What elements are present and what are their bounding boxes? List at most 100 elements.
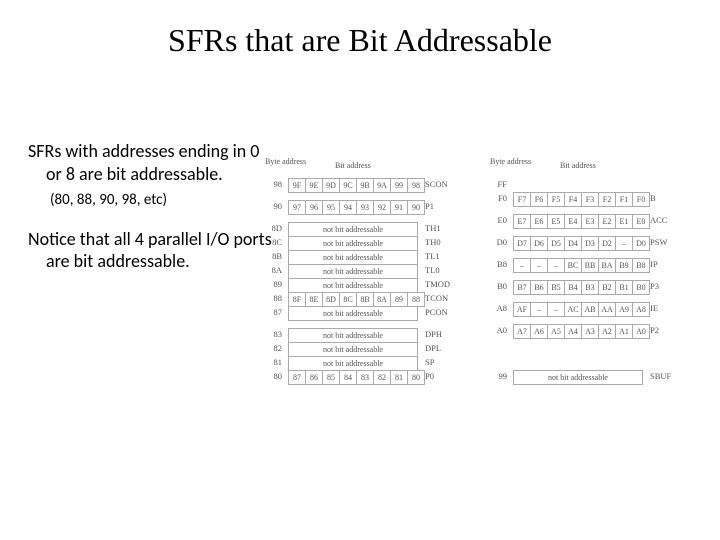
bit-cell: F3 [582,193,599,206]
bit-cells: AF––ACABAAA9A8 [513,302,650,317]
bit-cells: 9F9E9D9C9B9A9998 [288,178,425,193]
bit-cell: BA [599,259,616,272]
bit-cell: 8F [289,293,306,306]
bit-cell: 8C [340,293,357,306]
bit-cells: A7A6A5A4A3A2A1A0 [513,324,650,339]
body-text-block: SFRs with addresses ending in 0 or 8 are… [28,140,273,273]
not-bit-addressable-cell: not bit addressable [288,250,418,265]
sfr-row: 888F8E8D8C8B8A8988TCON [265,292,485,306]
bit-cell: E3 [582,215,599,228]
bit-cell: 97 [289,201,306,214]
sfr-row: D0D7D6D5D4D3D2–D0PSW [490,236,710,250]
register-name: TH0 [425,238,441,247]
bit-cell: BC [565,259,582,272]
bit-cell: F7 [514,193,531,206]
not-bit-addressable-cell: not bit addressable [288,236,418,251]
sfr-row: 8Bnot bit addressableTL1 [265,250,485,264]
bit-cell: E6 [531,215,548,228]
bit-cell: – [548,303,565,316]
bit-cell: AA [599,303,616,316]
byte-address: A0 [493,326,507,335]
sfr-row: E0E7E6E5E4E3E2E1E0ACC [490,214,710,228]
bit-cells: –––BCBBBAB9B8 [513,258,650,273]
bit-cell: 8B [357,293,374,306]
byte-address: 8A [268,266,282,275]
register-name: P2 [650,326,659,335]
bit-cell: 87 [289,371,306,384]
bit-cell: A7 [514,325,531,338]
bit-cell: 9B [357,179,374,192]
bit-cells: D7D6D5D4D3D2–D0 [513,236,650,251]
bit-cell: A8 [633,303,650,316]
register-name: P1 [425,202,434,211]
bit-cell: F1 [616,193,633,206]
bit-cell: 98 [408,179,425,192]
bit-cell: 83 [357,371,374,384]
byte-address: 99 [493,372,507,381]
register-name: IE [650,304,658,313]
sfr-row: A0A7A6A5A4A3A2A1A0P2 [490,324,710,338]
bit-cell: B9 [616,259,633,272]
bit-cell: – [531,303,548,316]
bit-cell: D6 [531,237,548,250]
bit-cell: 92 [374,201,391,214]
not-bit-addressable-cell: not bit addressable [288,342,418,357]
not-bit-addressable-cell: not bit addressable [288,306,418,321]
sfr-row: F0F7F6F5F4F3F2F1F0B [490,192,710,206]
bit-cell: 9F [289,179,306,192]
bit-cell: D4 [565,237,582,250]
byte-address: A8 [493,304,507,313]
slide-title: SFRs that are Bit Addressable [0,22,720,59]
bit-cell: 9C [340,179,357,192]
register-name: SBUF [650,372,671,381]
register-name: PCON [425,308,448,317]
bit-cell: E2 [599,215,616,228]
bit-cell: 99 [391,179,408,192]
register-name: PSW [650,238,667,247]
sfr-row: 99not bit addressableSBUF [490,370,710,384]
bit-cell: 9A [374,179,391,192]
bit-cell: – [616,237,633,250]
bit-cell: B1 [616,281,633,294]
bit-cell: 88 [408,293,425,306]
sfr-row: 82not bit addressableDPL [265,342,485,356]
bit-cell: F4 [565,193,582,206]
bit-cell: E4 [565,215,582,228]
register-name: TH1 [425,224,441,233]
bit-cell: E5 [548,215,565,228]
sfr-row: B0B7B6B5B4B3B2B1B0P3 [490,280,710,294]
bit-cell: B7 [514,281,531,294]
register-name: TCON [425,294,448,303]
bit-cell: F5 [548,193,565,206]
bit-cell: – [514,259,531,272]
byte-address: 88 [268,294,282,303]
byte-address: 80 [268,372,282,381]
byte-address: E0 [493,216,507,225]
not-bit-addressable-cell: not bit addressable [288,328,418,343]
bit-cell: AB [582,303,599,316]
bit-cell: E7 [514,215,531,228]
body-paragraph-2: Notice that all 4 parallel I/O ports are… [28,228,273,273]
bit-cell: A5 [548,325,565,338]
bit-cell: A1 [616,325,633,338]
bit-cell: F0 [633,193,650,206]
bit-cell: B3 [582,281,599,294]
bit-cell: B4 [565,281,582,294]
sfr-row: A8AF––ACABAAA9A8IE [490,302,710,316]
byte-address: 8B [268,252,282,261]
byte-address: 89 [268,280,282,289]
bit-cell: A0 [633,325,650,338]
not-bit-addressable-cell: not bit addressable [288,278,418,293]
bit-cell: B6 [531,281,548,294]
bit-cell: 96 [306,201,323,214]
bit-cell: F6 [531,193,548,206]
bit-cell: 90 [408,201,425,214]
bit-cell: A9 [616,303,633,316]
sfr-row: 89not bit addressableTMOD [265,278,485,292]
register-name: IP [650,260,658,269]
bit-cell: E0 [633,215,650,228]
bit-cell: 93 [357,201,374,214]
byte-address: F0 [493,194,507,203]
bit-cells: 8F8E8D8C8B8A8988 [288,292,425,307]
right-header-bit: Bit address [560,162,596,170]
